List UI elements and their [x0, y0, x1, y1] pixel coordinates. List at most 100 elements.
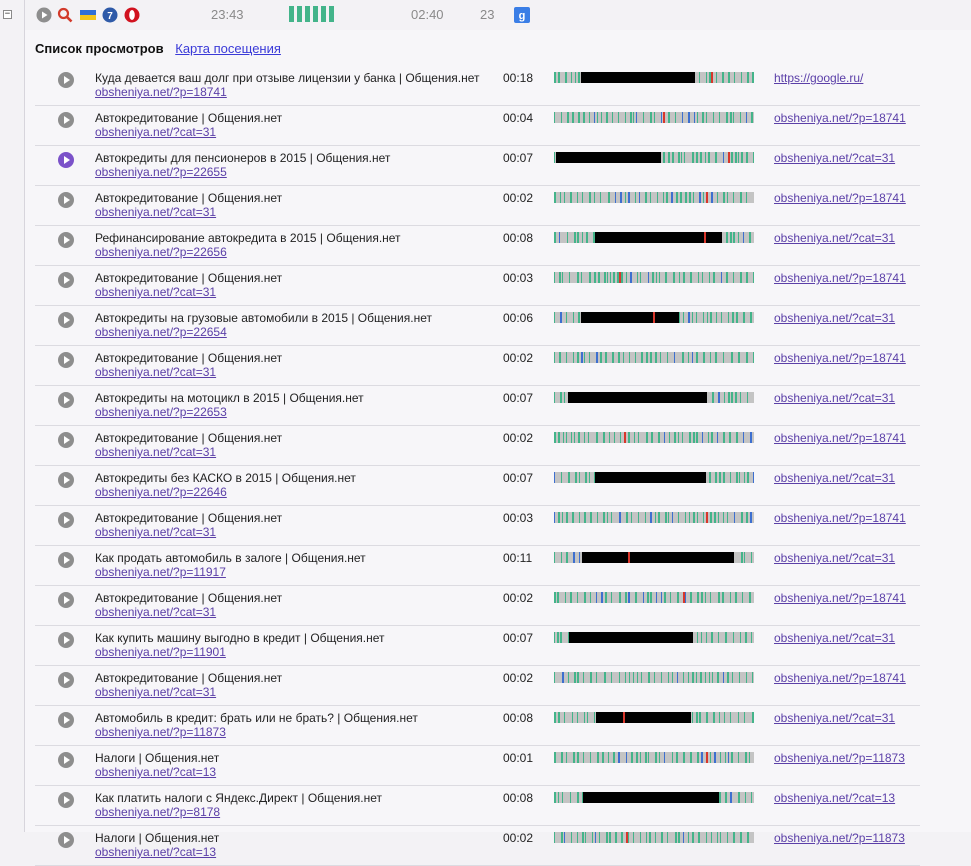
page-url-link[interactable]: obsheniya.net/?p=11901: [95, 645, 226, 659]
page-url-link[interactable]: obsheniya.net/?p=11873: [95, 725, 226, 739]
page-view-row: Автокредиты для пенсионеров в 2015 | Общ…: [35, 146, 920, 186]
play-icon[interactable]: [58, 192, 74, 208]
activity-segment: [554, 272, 555, 283]
activity-segment: [571, 832, 572, 843]
activity-segment: [578, 312, 580, 323]
play-icon[interactable]: [58, 712, 74, 728]
activity-segment: [684, 152, 685, 163]
play-icon[interactable]: [58, 112, 74, 128]
visit-map-link[interactable]: Карта посещения: [175, 41, 281, 56]
activity-segment: [609, 432, 610, 443]
page-url-link[interactable]: obsheniya.net/?cat=31: [95, 365, 216, 379]
activity-segment: [664, 432, 665, 443]
page-url-link[interactable]: obsheniya.net/?cat=13: [95, 845, 216, 859]
referrer-link[interactable]: obsheniya.net/?p=18741: [774, 191, 906, 205]
activity-segment: [696, 152, 698, 163]
activity-segment: [661, 672, 662, 683]
activity-segment: [615, 832, 617, 843]
page-url-link[interactable]: obsheniya.net/?p=22655: [95, 165, 227, 179]
referrer-link[interactable]: obsheniya.net/?p=18741: [774, 431, 906, 445]
play-icon[interactable]: [58, 152, 74, 168]
referrer-link[interactable]: obsheniya.net/?p=18741: [774, 591, 906, 605]
referrer-link[interactable]: obsheniya.net/?cat=31: [774, 631, 895, 645]
referrer-link[interactable]: obsheniya.net/?p=18741: [774, 271, 906, 285]
play-icon[interactable]: [58, 232, 74, 248]
referrer-link[interactable]: obsheniya.net/?cat=31: [774, 311, 895, 325]
activity-segment: [744, 472, 745, 483]
page-url-link[interactable]: obsheniya.net/?cat=31: [95, 125, 216, 139]
referrer-link[interactable]: https://google.ru/: [774, 71, 863, 85]
activity-segment: [637, 272, 638, 283]
page-url-link[interactable]: obsheniya.net/?cat=31: [95, 285, 216, 299]
activity-segment: [730, 232, 732, 243]
play-icon[interactable]: [58, 752, 74, 768]
activity-segment: [680, 192, 682, 203]
activity-segment: [692, 712, 693, 723]
activity-segment: [573, 752, 575, 763]
play-icon[interactable]: [58, 832, 74, 848]
activity-segment: [701, 592, 703, 603]
page-url-link[interactable]: obsheniya.net/?cat=31: [95, 525, 216, 539]
play-icon[interactable]: [58, 72, 74, 88]
activity-segment: [741, 152, 743, 163]
page-url-link[interactable]: obsheniya.net/?p=22646: [95, 485, 227, 499]
activity-segment: [699, 72, 700, 83]
referrer-link[interactable]: obsheniya.net/?cat=31: [774, 471, 895, 485]
time-on-page: 00:04: [503, 111, 534, 125]
referrer-link[interactable]: obsheniya.net/?p=18741: [774, 351, 906, 365]
collapse-toggle[interactable]: −: [3, 10, 12, 19]
page-url-link[interactable]: obsheniya.net/?p=18741: [95, 85, 227, 99]
referrer-link[interactable]: obsheniya.net/?p=11873: [774, 831, 905, 845]
referrer-link[interactable]: obsheniya.net/?p=11873: [774, 751, 905, 765]
play-icon[interactable]: [58, 272, 74, 288]
play-icon[interactable]: [58, 392, 74, 408]
referrer-link[interactable]: obsheniya.net/?cat=31: [774, 231, 895, 245]
play-icon[interactable]: [58, 512, 74, 528]
referrer-link[interactable]: obsheniya.net/?cat=31: [774, 711, 895, 725]
activity-segment: [612, 112, 613, 123]
activity-segment: [621, 272, 623, 283]
activity-segment: [658, 432, 660, 443]
play-icon[interactable]: [58, 592, 74, 608]
referrer-link[interactable]: obsheniya.net/?p=18741: [774, 511, 906, 525]
play-icon[interactable]: [36, 7, 52, 23]
activity-segment: [579, 472, 580, 483]
page-url-link[interactable]: obsheniya.net/?p=22656: [95, 245, 227, 259]
activity-segment: [703, 352, 705, 363]
activity-segment: [724, 392, 725, 403]
activity-segment: [556, 152, 661, 163]
referrer-link[interactable]: obsheniya.net/?p=18741: [774, 671, 906, 685]
play-icon[interactable]: [58, 312, 74, 328]
play-icon[interactable]: [58, 632, 74, 648]
page-url-link[interactable]: obsheniya.net/?cat=31: [95, 685, 216, 699]
activity-segment: [715, 352, 717, 363]
play-icon[interactable]: [58, 552, 74, 568]
referrer-link[interactable]: obsheniya.net/?cat=31: [774, 391, 895, 405]
page-url-link[interactable]: obsheniya.net/?p=22653: [95, 405, 227, 419]
activity-segment: [588, 432, 589, 443]
play-icon[interactable]: [58, 472, 74, 488]
page-url-link[interactable]: obsheniya.net/?p=22654: [95, 325, 227, 339]
activity-segment: [719, 112, 720, 123]
page-url-link[interactable]: obsheniya.net/?cat=13: [95, 765, 216, 779]
page-url-link[interactable]: obsheniya.net/?p=8178: [95, 805, 220, 819]
page-url-link[interactable]: obsheniya.net/?p=11917: [95, 565, 226, 579]
referrer-link[interactable]: obsheniya.net/?cat=31: [774, 551, 895, 565]
activity-segment: [574, 232, 576, 243]
page-url-link[interactable]: obsheniya.net/?cat=31: [95, 205, 216, 219]
page-url-link[interactable]: obsheniya.net/?cat=31: [95, 445, 216, 459]
referrer-link[interactable]: obsheniya.net/?p=18741: [774, 111, 906, 125]
activity-segment: [640, 832, 641, 843]
activity-segment: [650, 192, 651, 203]
activity-segment: [554, 592, 556, 603]
page-url-link[interactable]: obsheniya.net/?cat=31: [95, 605, 216, 619]
activity-segment: [699, 192, 701, 203]
activity-segment: [671, 192, 673, 203]
play-icon[interactable]: [58, 672, 74, 688]
referrer-link[interactable]: obsheniya.net/?cat=31: [774, 151, 895, 165]
play-icon[interactable]: [58, 432, 74, 448]
referrer-link[interactable]: obsheniya.net/?cat=13: [774, 791, 895, 805]
play-icon[interactable]: [58, 792, 74, 808]
activity-segment: [706, 512, 708, 523]
play-icon[interactable]: [58, 352, 74, 368]
